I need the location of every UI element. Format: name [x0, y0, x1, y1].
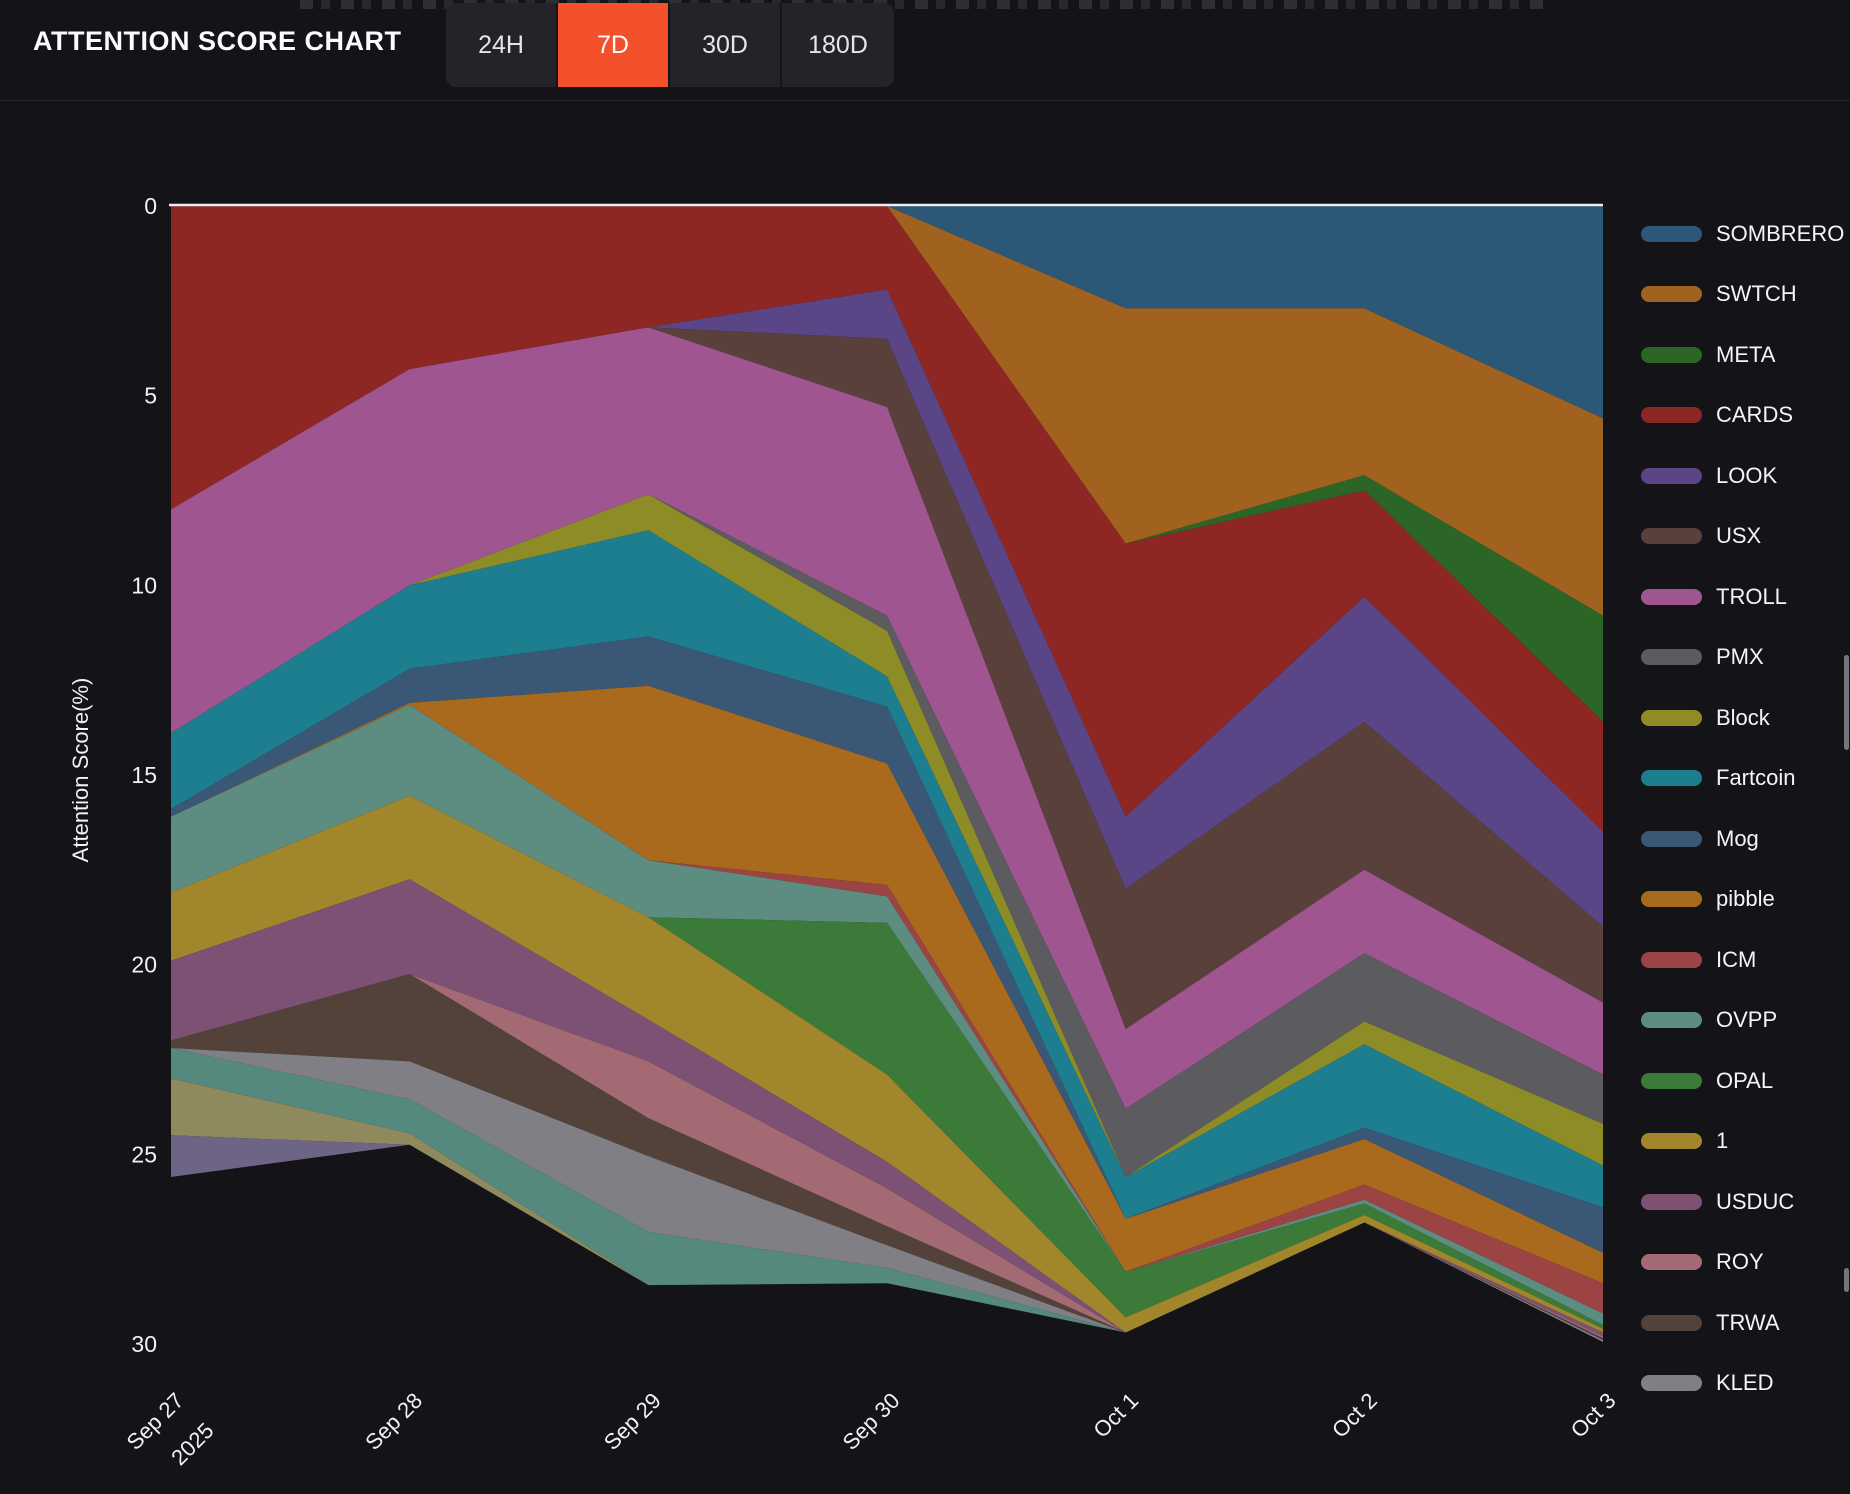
tab-24h[interactable]: 24H: [446, 3, 558, 87]
legend-label-OPAL: OPAL: [1716, 1067, 1774, 1093]
legend-label-ICM: ICM: [1716, 946, 1757, 972]
legend-item-USX[interactable]: USX: [1641, 523, 1850, 548]
legend-item-Mog[interactable]: Mog: [1641, 826, 1850, 851]
legend-item-LOOK[interactable]: LOOK: [1641, 463, 1850, 488]
y-tick-25: 25: [131, 1141, 157, 1167]
legend-swatch-pibble: [1641, 891, 1702, 907]
legend-swatch-KLED: [1641, 1375, 1702, 1391]
legend-item-pibble[interactable]: pibble: [1641, 886, 1850, 911]
tab-180d[interactable]: 180D: [782, 3, 894, 87]
legend-swatch-TROLL: [1641, 588, 1702, 605]
legend-item-ROY[interactable]: ROY: [1641, 1249, 1850, 1274]
legend-label-1: 1: [1716, 1128, 1729, 1153]
legend-label-Block: Block: [1716, 704, 1770, 730]
legend-swatch-OPAL: [1641, 1072, 1702, 1089]
legend-item-META[interactable]: META: [1641, 342, 1850, 367]
x-tick-sep-29: Sep 29: [599, 1388, 666, 1455]
page-title: ATTENTION SCORE CHART: [33, 26, 402, 56]
legend-swatch-CARDS: [1641, 407, 1702, 423]
legend-item-OPAL[interactable]: OPAL: [1641, 1068, 1850, 1093]
legend-swatch-USX: [1641, 528, 1702, 544]
y-tick-15: 15: [131, 762, 157, 788]
legend-item-1[interactable]: 1: [1641, 1128, 1850, 1153]
chart-legend: SOMBRERO SWTCH META CARDS LOOK USX TROLL PMX Blo…: [1641, 221, 1850, 1435]
x-tick-oct-1: Oct 1: [1088, 1388, 1143, 1443]
legend-item-OVPP[interactable]: OVPP: [1641, 1007, 1850, 1032]
legend-swatch-META: [1641, 346, 1702, 363]
legend-item-KLED[interactable]: KLED: [1641, 1370, 1850, 1395]
legend-swatch-ROY: [1641, 1254, 1702, 1270]
legend-swatch-SWTCH: [1641, 286, 1702, 302]
legend-label-KLED: KLED: [1716, 1370, 1774, 1395]
legend-label-TROLL: TROLL: [1716, 583, 1787, 609]
legend-label-META: META: [1716, 341, 1776, 367]
legend-scrollbar[interactable]: [1844, 655, 1849, 750]
legend-label-PMX: PMX: [1716, 644, 1764, 669]
legend-item-SWTCH[interactable]: SWTCH: [1641, 281, 1850, 306]
legend-label-USDUC: USDUC: [1716, 1188, 1795, 1214]
legend-swatch-Fartcoin: [1641, 770, 1702, 786]
legend-item-PMX[interactable]: PMX: [1641, 644, 1850, 669]
legend-swatch-PMX: [1641, 649, 1702, 665]
legend-item-CARDS[interactable]: CARDS: [1641, 402, 1850, 427]
legend-label-pibble: pibble: [1716, 886, 1775, 911]
legend-swatch-ICM: [1641, 951, 1702, 968]
legend-label-Fartcoin: Fartcoin: [1716, 765, 1796, 790]
chart-header: ATTENTION SCORE CHART 24H 7D 30D 180D: [0, 0, 1850, 101]
legend-swatch-Block: [1641, 709, 1702, 726]
y-tick-10: 10: [131, 572, 157, 598]
legend-label-TRWA: TRWA: [1716, 1309, 1780, 1335]
x-tick-oct-2: Oct 2: [1327, 1388, 1382, 1443]
y-axis-label: Attention Score(%): [68, 678, 93, 863]
legend-swatch-LOOK: [1641, 467, 1702, 484]
x-tick-sep-30: Sep 30: [838, 1388, 905, 1455]
legend-item-TROLL[interactable]: TROLL: [1641, 584, 1850, 609]
time-range-tabs: 24H 7D 30D 180D: [446, 3, 894, 87]
y-tick-20: 20: [131, 952, 157, 978]
tab-7d[interactable]: 7D: [558, 3, 670, 87]
legend-label-ROY: ROY: [1716, 1249, 1764, 1274]
legend-label-CARDS: CARDS: [1716, 402, 1794, 427]
legend-label-OVPP: OVPP: [1716, 1007, 1778, 1032]
y-tick-30: 30: [131, 1331, 157, 1357]
legend-item-SOMBRERO[interactable]: SOMBRERO: [1641, 221, 1850, 246]
legend-item-TRWA[interactable]: TRWA: [1641, 1310, 1850, 1335]
legend-item-USDUC[interactable]: USDUC: [1641, 1189, 1850, 1214]
legend-swatch-Mog: [1641, 830, 1702, 847]
legend-swatch-TRWA: [1641, 1314, 1702, 1331]
legend-label-SWTCH: SWTCH: [1716, 281, 1797, 306]
y-tick-5: 5: [144, 383, 157, 409]
attention-score-chart: 0 5 10 15 20 25 30 Attention Score(%) Sep 27 2025…: [0, 100, 1850, 1494]
legend-swatch-USDUC: [1641, 1193, 1702, 1210]
stacked-area-plot[interactable]: 051015202530Attention Score(%)Sep 272025…: [0, 100, 1850, 1494]
x-tick-sep-27-2025-l1: 2025: [166, 1418, 218, 1470]
legend-swatch-SOMBRERO: [1641, 225, 1702, 242]
legend-label-SOMBRERO: SOMBRERO: [1716, 220, 1845, 246]
legend-swatch-1: [1641, 1133, 1702, 1149]
legend-label-Mog: Mog: [1716, 825, 1759, 851]
tab-30d[interactable]: 30D: [670, 3, 782, 87]
legend-item-Block[interactable]: Block: [1641, 705, 1850, 730]
x-tick-sep-28: Sep 28: [360, 1388, 427, 1455]
legend-item-Fartcoin[interactable]: Fartcoin: [1641, 765, 1850, 790]
y-tick-0: 0: [144, 193, 157, 219]
page-scrollbar[interactable]: [1844, 1268, 1849, 1292]
x-tick-oct-3: Oct 3: [1566, 1388, 1621, 1443]
legend-label-USX: USX: [1716, 523, 1762, 548]
legend-item-ICM[interactable]: ICM: [1641, 947, 1850, 972]
legend-label-LOOK: LOOK: [1716, 462, 1778, 488]
legend-swatch-OVPP: [1641, 1012, 1702, 1028]
